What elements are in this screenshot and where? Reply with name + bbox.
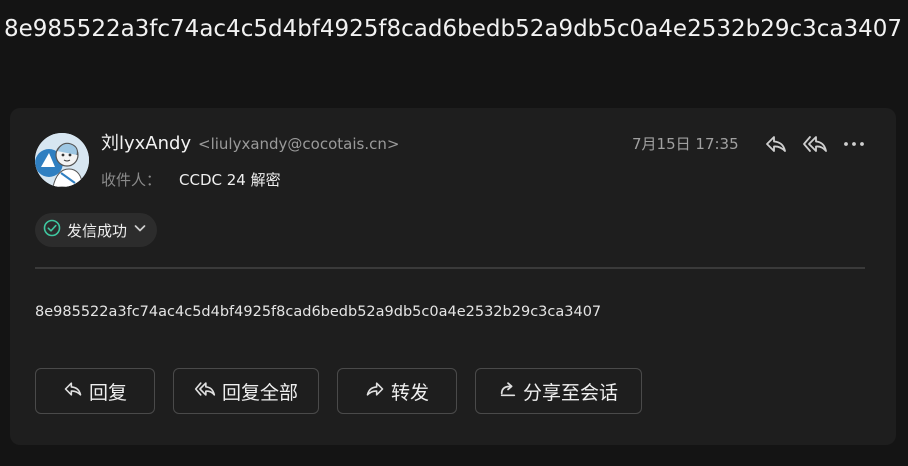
send-status-badge[interactable]: 发信成功 <box>35 213 158 247</box>
email-subject: 8e985522a3fc74ac4c5d4bf4925f8cad6bedb52a… <box>4 16 903 42</box>
more-icon[interactable] <box>840 132 868 156</box>
reply-all-icon <box>194 380 216 403</box>
reply-icon <box>63 380 83 403</box>
share-button-label: 分享至会话 <box>522 381 618 404</box>
message-card: 刘lyxAndy <liulyxandy@cocotais.cn> 收件人： C… <box>10 108 896 445</box>
sender-email[interactable]: <liulyxandy@cocotais.cn> <box>198 134 399 154</box>
send-status-label: 发信成功 <box>67 221 128 240</box>
share-icon <box>499 380 517 403</box>
avatar-image <box>35 133 89 187</box>
reply-button-label: 回复 <box>88 381 127 404</box>
reply-all-icon[interactable] <box>801 132 829 156</box>
sender-name[interactable]: 刘lyxAndy <box>101 133 191 155</box>
share-to-chat-button[interactable]: 分享至会话 <box>475 368 642 414</box>
forward-button-label: 转发 <box>390 381 429 404</box>
check-circle-icon <box>43 219 61 241</box>
avatar[interactable] <box>35 133 89 187</box>
reply-icon[interactable] <box>762 132 790 156</box>
forward-icon <box>365 380 385 403</box>
message-body: 8e985522a3fc74ac4c5d4bf4925f8cad6bedb52a… <box>35 304 602 320</box>
timestamp: 7月15日 17:35 <box>632 135 739 153</box>
divider <box>35 267 865 269</box>
recipients-value[interactable]: CCDC 24 解密 <box>179 170 281 190</box>
recipients-label: 收件人： <box>101 171 162 189</box>
chevron-down-icon <box>133 221 147 239</box>
reply-all-button-label: 回复全部 <box>221 381 298 404</box>
forward-button[interactable]: 转发 <box>337 368 457 414</box>
reply-all-button[interactable]: 回复全部 <box>173 368 319 414</box>
reply-button[interactable]: 回复 <box>35 368 155 414</box>
